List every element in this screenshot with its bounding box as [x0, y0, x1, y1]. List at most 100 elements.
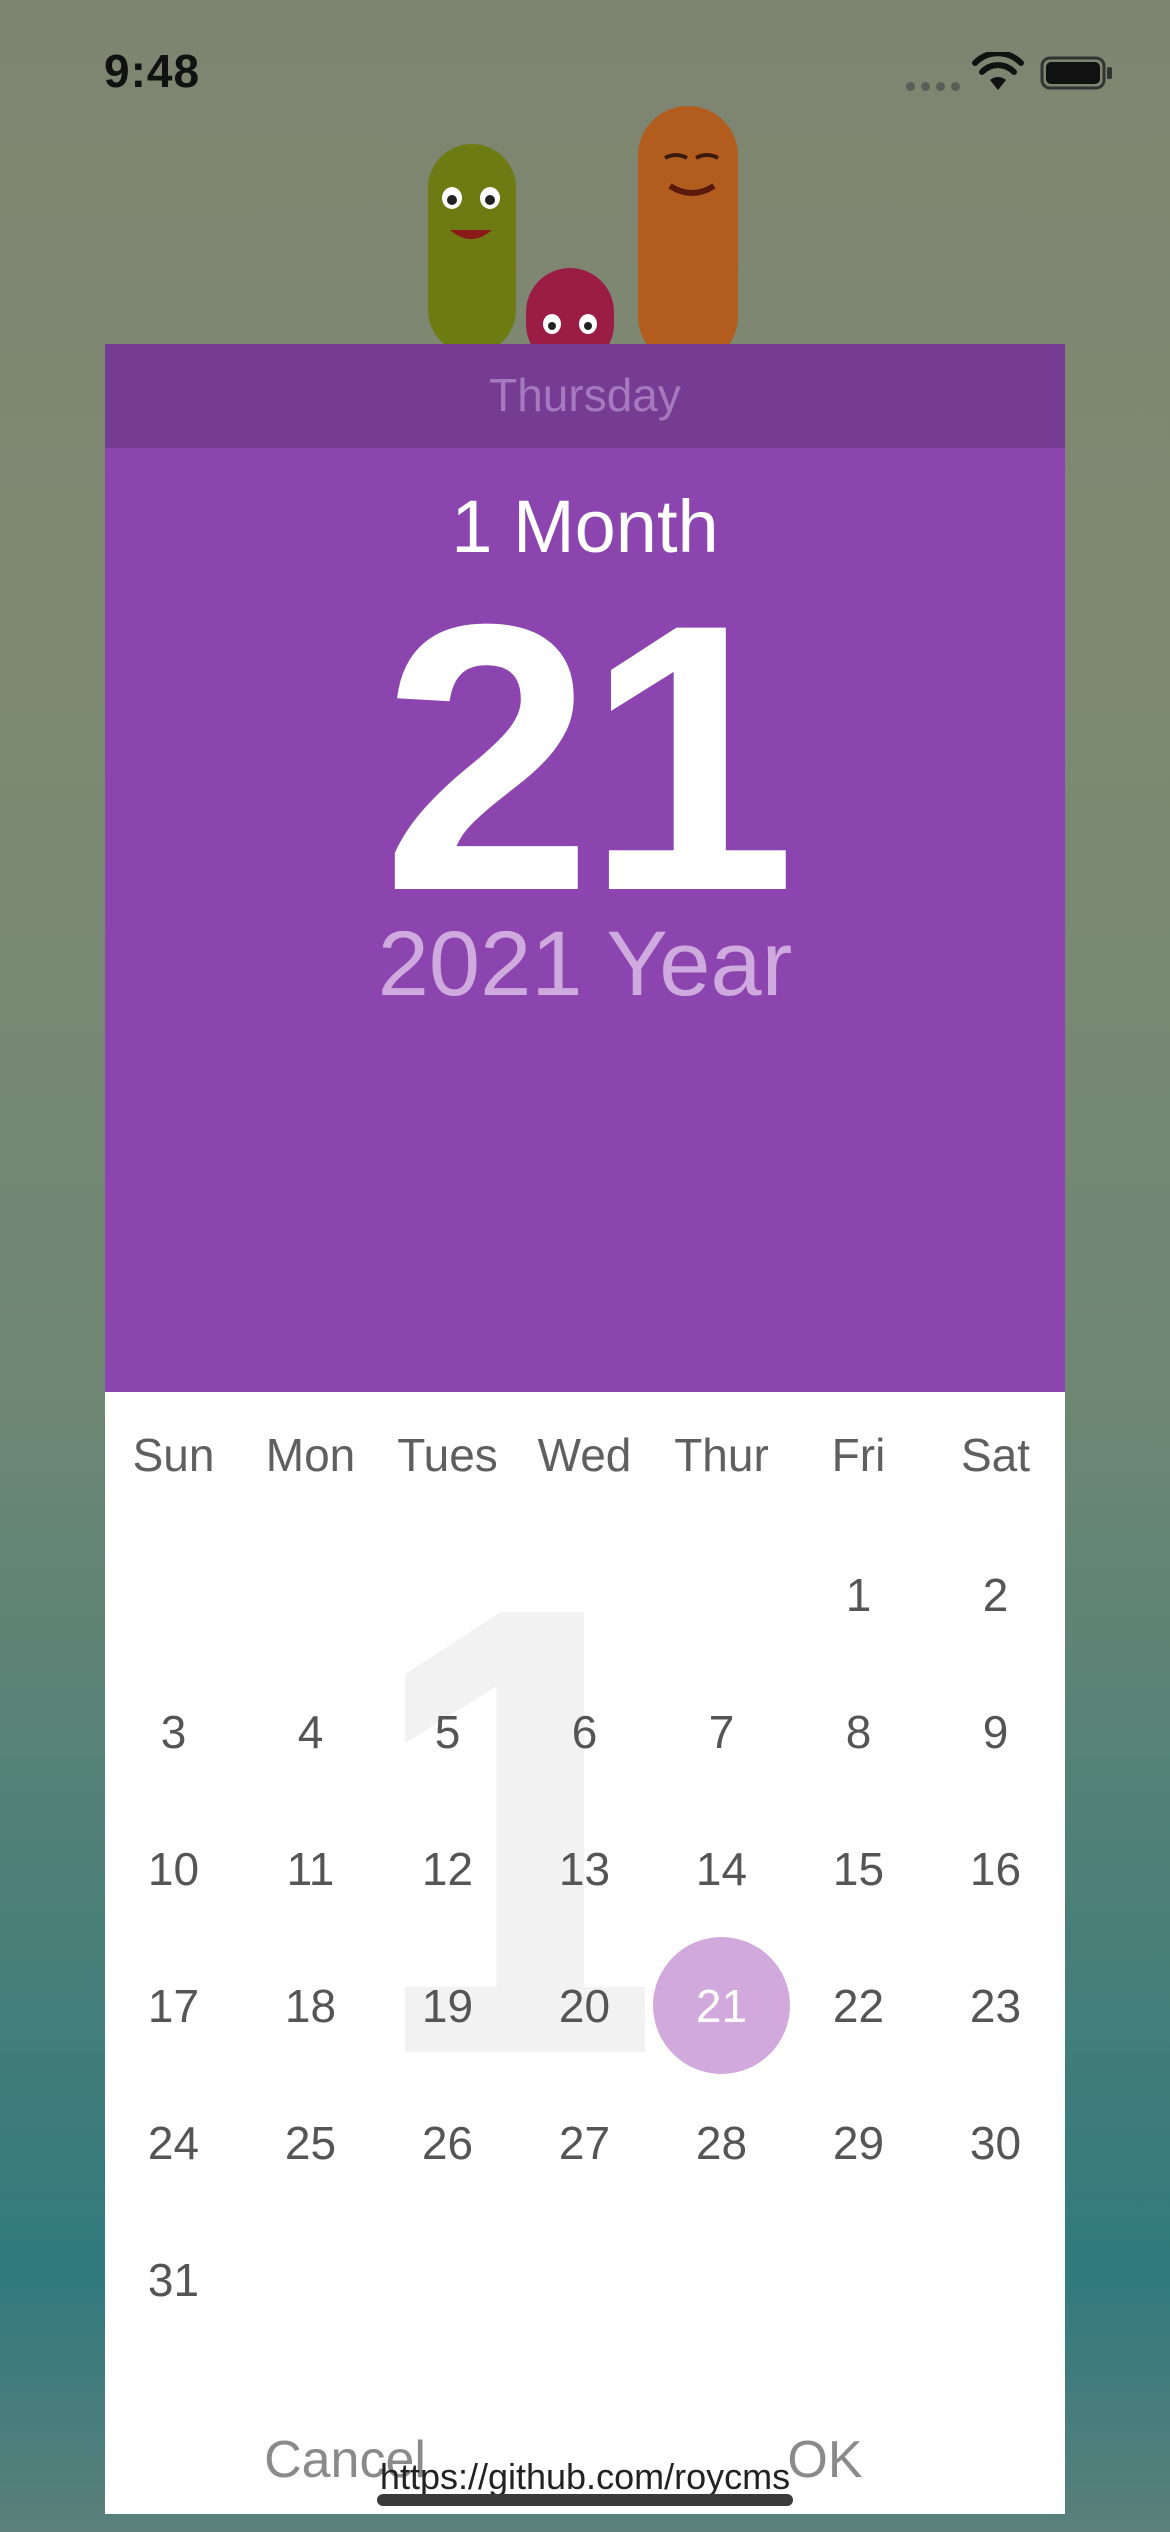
week-row: 12	[105, 1526, 1065, 1663]
calendar-day[interactable]: 15	[790, 1800, 927, 1937]
selected-year[interactable]: 2021 Year	[105, 912, 1065, 1017]
calendar-day[interactable]: 6	[516, 1663, 653, 1800]
calendar-day-label: 26	[421, 2116, 474, 2169]
selected-weekday: Thursday	[489, 369, 681, 421]
calendar-day-label: 22	[832, 1979, 885, 2032]
weekday-header: Thursday	[105, 344, 1065, 448]
calendar-day-label: 16	[969, 1842, 1022, 1895]
calendar-day-label: 27	[558, 2116, 611, 2169]
calendar-day-label: 14	[695, 1842, 748, 1895]
calendar-day[interactable]: 17	[105, 1937, 242, 2074]
calendar-day[interactable]: 1	[790, 1526, 927, 1663]
day-of-week-label: Mon	[265, 1429, 356, 1481]
calendar-day[interactable]: 31	[105, 2211, 242, 2348]
calendar-day[interactable]: 5	[379, 1663, 516, 1800]
calendar-day-label: 11	[286, 1842, 335, 1895]
day-of-week-label: Thur	[674, 1429, 769, 1481]
calendar-day-label: 31	[147, 2253, 200, 2306]
day-of-week-label: Fri	[831, 1429, 886, 1481]
calendar-day-label: 5	[434, 1705, 461, 1758]
day-of-week-label: Wed	[537, 1429, 632, 1481]
week-row: 3 4 5 6 7 8 9	[105, 1663, 1065, 1800]
calendar-day-label: 20	[558, 1979, 611, 2032]
calendar-day-label: 23	[969, 1979, 1022, 2032]
calendar-day[interactable]: 3	[105, 1663, 242, 1800]
calendar-day-label: 8	[845, 1705, 872, 1758]
selected-day-large: 21	[381, 545, 797, 970]
calendar-day-label: 6	[571, 1705, 598, 1758]
battery-icon	[1040, 56, 1112, 90]
calendar-day-label: 28	[695, 2116, 748, 2169]
date-header: 1 Month 21 2021 Year	[105, 448, 1065, 1392]
date-picker-dialog: Thursday 1 Month 21 2021 Year 1 Sun Mon Tu…	[105, 344, 1065, 2514]
calendar-day[interactable]: 28	[653, 2074, 790, 2211]
calendar-day[interactable]: 14	[653, 1800, 790, 1937]
calendar-grid: 1 Sun Mon Tues Wed Thur Fri Sat 1 2 3 4 5 6 7 8 9 10 11 1…	[105, 1392, 1065, 2514]
calendar-day-label: 13	[558, 1842, 611, 1895]
calendar-day[interactable]: 27	[516, 2074, 653, 2211]
calendar-day-label: 21	[695, 1979, 748, 2032]
calendar-day-label: 29	[832, 2116, 885, 2169]
calendar-day-label: 9	[982, 1705, 1009, 1758]
week-row: 24 25 26 27 28 29 30	[105, 2074, 1065, 2211]
week-row: 17 18 19 20 21 22 23	[105, 1937, 1065, 2074]
calendar-day-label: 12	[421, 1842, 474, 1895]
status-time: 9:48	[104, 45, 201, 97]
empty-day-cell	[379, 1526, 516, 1663]
day-of-week-label: Tues	[397, 1429, 498, 1481]
calendar-day[interactable]: 11	[242, 1800, 379, 1937]
days-grid: 1 2 3 4 5 6 7 8 9 10 11 12 13 14 15 16 17 18 19 20 21 22 23 24 2…	[105, 1526, 1065, 2348]
calendar-day-label: 7	[708, 1705, 735, 1758]
calendar-day-label: 15	[832, 1842, 885, 1895]
empty-day-cell	[379, 2211, 516, 2348]
calendar-day[interactable]: 7	[653, 1663, 790, 1800]
home-indicator[interactable]	[377, 2494, 793, 2506]
github-link[interactable]: https://github.com/roycms	[0, 2456, 1170, 2498]
calendar-day[interactable]: 8	[790, 1663, 927, 1800]
calendar-day[interactable]: 4	[242, 1663, 379, 1800]
calendar-day-label: 18	[284, 1979, 337, 2032]
calendar-day-label: 25	[284, 2116, 337, 2169]
calendar-day[interactable]: 29	[790, 2074, 927, 2211]
week-row: 31	[105, 2211, 1065, 2348]
empty-day-cell	[653, 1526, 790, 1663]
empty-day-cell	[790, 2211, 927, 2348]
calendar-day[interactable]: 9	[927, 1663, 1064, 1800]
empty-day-cell	[105, 1526, 242, 1663]
calendar-day[interactable]: 26	[379, 2074, 516, 2211]
calendar-day[interactable]: 23	[927, 1937, 1064, 2074]
day-of-week-row: Sun Mon Tues Wed Thur Fri Sat	[105, 1428, 1065, 1482]
calendar-day[interactable]: 22	[790, 1937, 927, 2074]
calendar-day-label: 24	[147, 2116, 200, 2169]
empty-day-cell	[927, 2211, 1064, 2348]
calendar-day[interactable]: 20	[516, 1937, 653, 2074]
calendar-day-label: 3	[160, 1705, 187, 1758]
calendar-day[interactable]: 19	[379, 1937, 516, 2074]
calendar-day[interactable]: 2	[927, 1526, 1064, 1663]
empty-day-cell	[516, 2211, 653, 2348]
day-of-week-label: Sun	[132, 1429, 215, 1481]
day-of-week-label: Sat	[960, 1429, 1031, 1481]
monster-illustration	[428, 106, 738, 346]
calendar-day[interactable]: 13	[516, 1800, 653, 1937]
wifi-icon	[972, 52, 1024, 90]
calendar-day[interactable]: 16	[927, 1800, 1064, 1937]
empty-day-cell	[516, 1526, 653, 1663]
calendar-day-selected[interactable]: 21	[653, 1937, 790, 2074]
calendar-day-label: 2	[982, 1568, 1009, 1621]
week-row: 10 11 12 13 14 15 16	[105, 1800, 1065, 1937]
empty-day-cell	[653, 2211, 790, 2348]
calendar-day[interactable]: 18	[242, 1937, 379, 2074]
calendar-day[interactable]: 12	[379, 1800, 516, 1937]
calendar-day-label: 30	[969, 2116, 1022, 2169]
empty-day-cell	[242, 2211, 379, 2348]
calendar-day[interactable]: 10	[105, 1800, 242, 1937]
calendar-day[interactable]: 30	[927, 2074, 1064, 2211]
calendar-day[interactable]: 25	[242, 2074, 379, 2211]
cellular-signal-icon	[906, 82, 960, 91]
calendar-day[interactable]: 24	[105, 2074, 242, 2211]
empty-day-cell	[242, 1526, 379, 1663]
calendar-day-label: 17	[147, 1979, 200, 2032]
calendar-day-label: 10	[147, 1842, 200, 1895]
calendar-day-label: 4	[297, 1705, 324, 1758]
